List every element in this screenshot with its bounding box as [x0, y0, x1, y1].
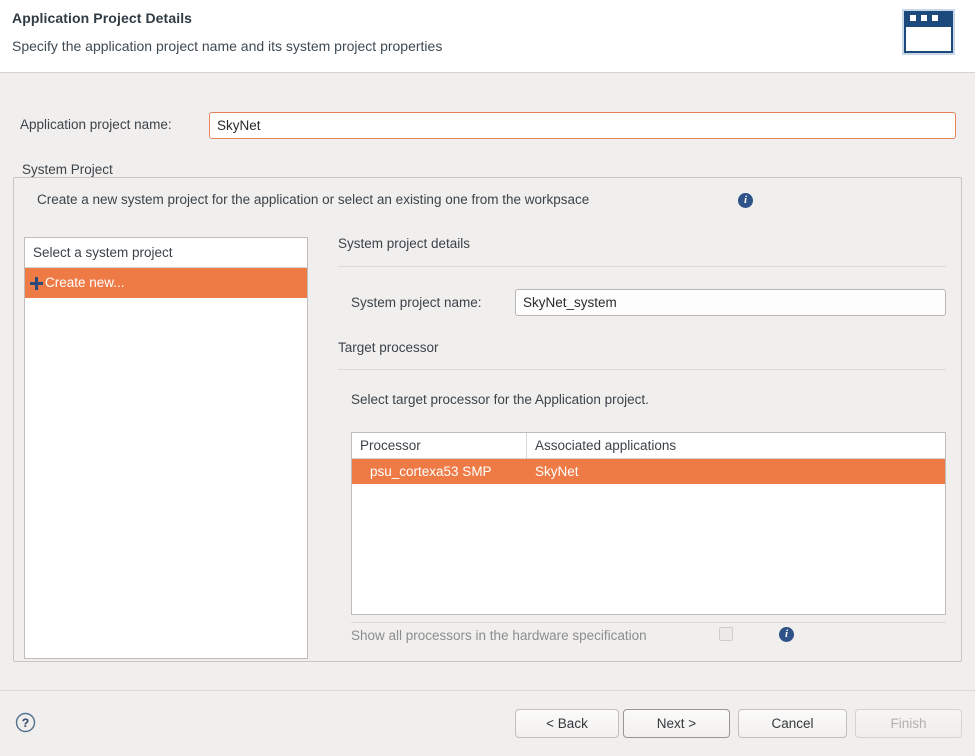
- system-project-group-legend: System Project: [18, 162, 117, 177]
- cancel-button[interactable]: Cancel: [738, 709, 847, 738]
- show-all-processors-label: Show all processors in the hardware spec…: [351, 628, 647, 643]
- page-title: Application Project Details: [12, 10, 193, 26]
- svg-text:?: ?: [22, 716, 29, 730]
- column-header-associated-applications[interactable]: Associated applications: [527, 433, 945, 458]
- system-project-details-title: System project details: [338, 236, 471, 251]
- cell-associated-applications: SkyNet: [535, 464, 579, 479]
- list-item-label: Create new...: [45, 275, 125, 290]
- system-project-group-description: Create a new system project for the appl…: [37, 192, 590, 207]
- wizard-header: Application Project Details Specify the …: [0, 0, 975, 73]
- column-header-processor[interactable]: Processor: [352, 433, 527, 458]
- help-icon[interactable]: ? ?: [15, 712, 36, 733]
- table-row[interactable]: psu_cortexa53 SMP SkyNet: [352, 459, 945, 484]
- cell-processor: psu_cortexa53 SMP: [370, 464, 492, 479]
- application-project-name-label: Application project name:: [20, 117, 172, 132]
- application-project-name-row: Application project name:: [0, 112, 975, 140]
- next-button[interactable]: Next >: [623, 709, 730, 738]
- info-icon[interactable]: i: [738, 193, 753, 208]
- show-all-processors-checkbox[interactable]: [719, 627, 733, 641]
- system-project-list-header: Select a system project: [25, 238, 307, 268]
- processor-table-header: Processor Associated applications: [352, 433, 945, 459]
- plus-icon: [30, 276, 43, 290]
- system-project-list[interactable]: Select a system project Create new...: [24, 237, 308, 659]
- show-all-separator: [351, 622, 946, 623]
- back-button[interactable]: < Back: [515, 709, 619, 738]
- details-separator: [338, 266, 946, 267]
- footer-separator: [0, 690, 975, 691]
- list-item-create-new[interactable]: Create new...: [25, 268, 307, 298]
- system-project-name-input[interactable]: [515, 289, 946, 316]
- info-icon[interactable]: i: [779, 627, 794, 642]
- target-processor-title: Target processor: [338, 340, 439, 355]
- page-subtitle: Specify the application project name and…: [12, 38, 443, 54]
- processor-table[interactable]: Processor Associated applications psu_co…: [351, 432, 946, 615]
- window-dialog-icon: [901, 8, 956, 56]
- system-project-name-label: System project name:: [351, 295, 482, 310]
- target-processor-description: Select target processor for the Applicat…: [351, 392, 649, 407]
- application-project-name-input[interactable]: [209, 112, 956, 139]
- finish-button: Finish: [855, 709, 962, 738]
- target-processor-separator: [338, 369, 946, 370]
